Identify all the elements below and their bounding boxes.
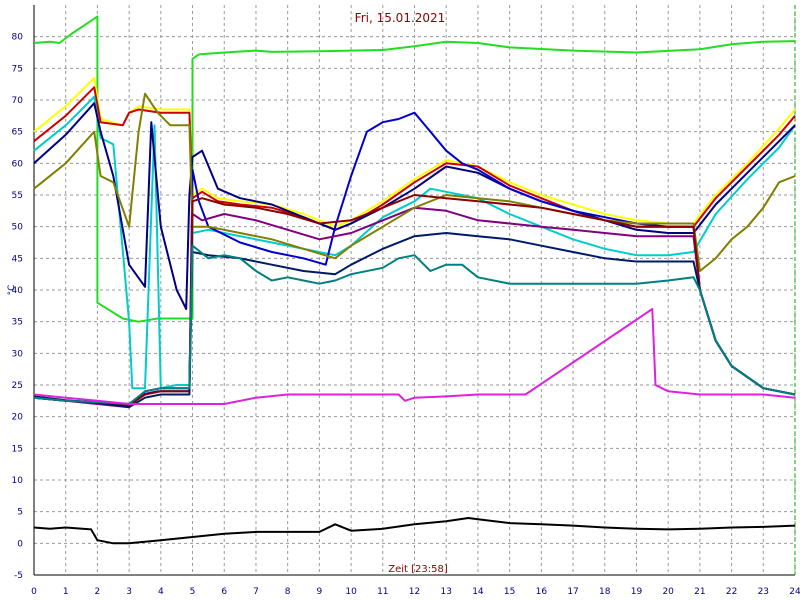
x-tick-label: 4 [158, 587, 164, 597]
series-line-4 [33, 95, 796, 390]
y-tick-label: 45 [12, 254, 23, 264]
x-tick-label: 10 [345, 587, 357, 597]
x-tick-label: 7 [253, 587, 259, 597]
x-tick-label: 12 [409, 587, 420, 597]
x-tick-label: 9 [317, 587, 323, 597]
y-tick-label: 30 [12, 349, 24, 359]
x-tick-label: 17 [567, 587, 578, 597]
y-tick-label: 20 [12, 413, 24, 423]
x-tick-label: 2 [95, 587, 101, 597]
y-tick-label: 55 [12, 191, 23, 201]
chart-title: Fri, 15.01.2021 [355, 11, 446, 25]
x-tick-label: 5 [190, 587, 196, 597]
x-tick-label: 20 [662, 587, 674, 597]
x-tick-label: 16 [536, 587, 548, 597]
x-tick-label: 1 [63, 587, 69, 597]
chart-container: 0 1 2 3 4 5 6 7 8 9 10 11 12 13 14 15 16 17 18 19 20 21 22 23 24… [0, 0, 800, 600]
y-tick-label: 75 [12, 64, 23, 74]
x-tick-label: 0 [31, 587, 37, 597]
y-tick-label: 50 [12, 223, 24, 233]
x-tick-label: 23 [758, 587, 769, 597]
y-tick-label: 10 [12, 476, 24, 486]
x-tick-label: 18 [599, 587, 611, 597]
y-tick-label: 70 [12, 96, 24, 106]
x-tick-label: 19 [631, 587, 643, 597]
y-axis-label: °C [7, 285, 17, 296]
x-tick-label: 14 [472, 587, 484, 597]
y-tick-label: 5 [17, 508, 23, 518]
x-tick-label: 22 [726, 587, 737, 597]
x-tick-label: 3 [126, 587, 132, 597]
x-tick-label: 11 [377, 587, 388, 597]
y-tick-label: -5 [14, 571, 23, 581]
x-tick-label: 13 [440, 587, 451, 597]
x-tick-label: 15 [504, 587, 515, 597]
x-tick-label: 24 [789, 587, 800, 597]
y-tick-label: 60 [12, 159, 24, 169]
tick-labels: 0 1 2 3 4 5 6 7 8 9 10 11 12 13 14 15 16 17 18 19 20 21 22 23 24… [12, 33, 800, 597]
x-axis-label: Zeit [23:58] [388, 564, 448, 575]
line-chart: 0 1 2 3 4 5 6 7 8 9 10 11 12 13 14 15 16 17 18 19 20 21 22 23 24… [7, 5, 800, 597]
y-tick-label: 65 [12, 128, 23, 138]
x-tick-label: 6 [221, 587, 227, 597]
y-tick-label: 25 [12, 381, 23, 391]
x-tick-label: 8 [285, 587, 291, 597]
y-tick-label: 0 [17, 539, 23, 549]
y-tick-label: 15 [12, 444, 23, 454]
y-tick-label: 80 [12, 33, 24, 43]
y-tick-label: 35 [12, 318, 23, 328]
x-tick-label: 21 [694, 587, 705, 597]
